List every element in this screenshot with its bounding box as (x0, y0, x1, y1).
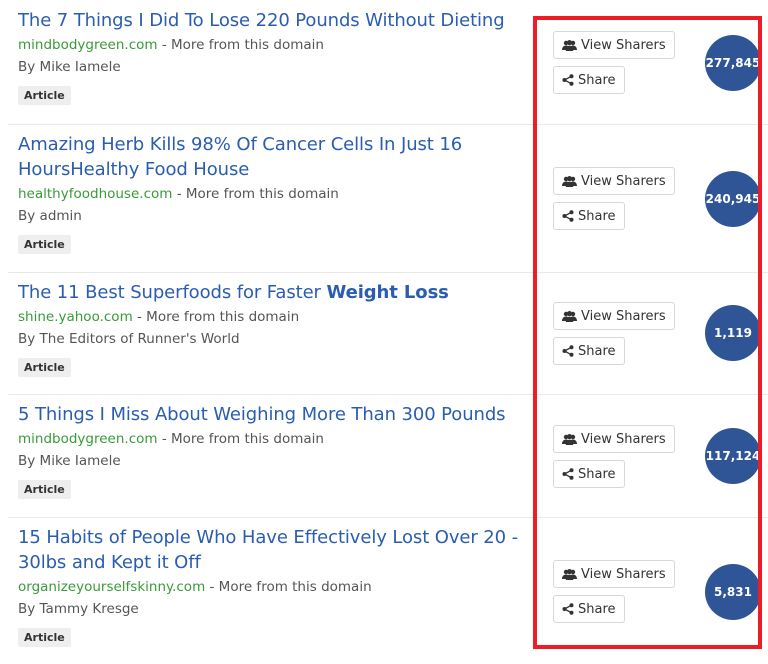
item-info: The 11 Best Superfoods for Faster Weight… (18, 280, 538, 377)
domain-link[interactable]: healthyfoodhouse.com (18, 186, 172, 202)
users-icon (562, 175, 577, 187)
share-button[interactable]: Share (553, 595, 625, 623)
users-icon (562, 433, 577, 445)
more-from-domain-link[interactable]: - More from this domain (210, 579, 372, 595)
view-sharers-label: View Sharers (581, 566, 666, 582)
share-icon (562, 468, 574, 480)
share-button[interactable]: Share (553, 337, 625, 365)
article-title-link[interactable]: The 11 Best Superfoods for Faster Weight… (18, 280, 538, 305)
share-label: Share (578, 208, 616, 224)
share-button[interactable]: Share (553, 66, 625, 94)
view-sharers-label: View Sharers (581, 173, 666, 189)
share-count-badge: 5,831 (705, 564, 761, 620)
domain-line: mindbodygreen.com - More from this domai… (18, 34, 538, 56)
list-item: The 7 Things I Did To Lose 220 Pounds Wi… (8, 0, 768, 125)
list-item: The 11 Best Superfoods for Faster Weight… (8, 272, 768, 395)
domain-link[interactable]: shine.yahoo.com (18, 309, 133, 325)
view-sharers-label: View Sharers (581, 431, 666, 447)
more-from-domain-link[interactable]: - More from this domain (137, 309, 299, 325)
domain-line: healthyfoodhouse.com - More from this do… (18, 183, 538, 205)
users-icon (562, 310, 577, 322)
share-icon (562, 210, 574, 222)
share-icon (562, 345, 574, 357)
share-label: Share (578, 72, 616, 88)
author: By The Editors of Runner's World (18, 331, 240, 347)
view-sharers-button[interactable]: View Sharers (553, 167, 675, 195)
share-icon (562, 74, 574, 86)
content-type-badge: Article (18, 628, 71, 647)
share-count-badge: 240,945 (705, 171, 761, 227)
domain-line: organizeyourselfskinny.com - More from t… (18, 576, 538, 598)
more-from-domain-link[interactable]: - More from this domain (162, 37, 324, 53)
view-sharers-button[interactable]: View Sharers (553, 31, 675, 59)
users-icon (562, 568, 577, 580)
author: By Mike Iamele (18, 453, 121, 469)
item-info: 5 Things I Miss About Weighing More Than… (18, 402, 538, 499)
view-sharers-label: View Sharers (581, 37, 666, 53)
view-sharers-button[interactable]: View Sharers (553, 302, 675, 330)
share-count-badge: 117,124 (705, 428, 761, 484)
article-title-link[interactable]: The 7 Things I Did To Lose 220 Pounds Wi… (18, 8, 538, 33)
article-title-link[interactable]: 5 Things I Miss About Weighing More Than… (18, 402, 538, 427)
view-sharers-label: View Sharers (581, 308, 666, 324)
domain-line: shine.yahoo.com - More from this domain (18, 306, 538, 328)
content-type-badge: Article (18, 86, 71, 105)
share-button[interactable]: Share (553, 460, 625, 488)
item-info: Amazing Herb Kills 98% Of Cancer Cells I… (18, 132, 538, 254)
view-sharers-button[interactable]: View Sharers (553, 560, 675, 588)
more-from-domain-link[interactable]: - More from this domain (177, 186, 339, 202)
list-item: Amazing Herb Kills 98% Of Cancer Cells I… (8, 124, 768, 273)
domain-line: mindbodygreen.com - More from this domai… (18, 428, 538, 450)
view-sharers-button[interactable]: View Sharers (553, 425, 675, 453)
share-button[interactable]: Share (553, 202, 625, 230)
share-label: Share (578, 343, 616, 359)
author: By admin (18, 208, 82, 224)
list-item: 5 Things I Miss About Weighing More Than… (8, 394, 768, 518)
share-icon (562, 603, 574, 615)
share-label: Share (578, 466, 616, 482)
item-info: The 7 Things I Did To Lose 220 Pounds Wi… (18, 8, 538, 105)
more-from-domain-link[interactable]: - More from this domain (162, 431, 324, 447)
share-label: Share (578, 601, 616, 617)
author: By Tammy Kresge (18, 601, 139, 617)
item-info: 15 Habits of People Who Have Effectively… (18, 525, 538, 647)
share-count-badge: 1,119 (705, 305, 761, 361)
list-item: 15 Habits of People Who Have Effectively… (8, 517, 768, 664)
domain-link[interactable]: mindbodygreen.com (18, 431, 158, 447)
users-icon (562, 39, 577, 51)
content-type-badge: Article (18, 358, 71, 377)
author: By Mike Iamele (18, 59, 121, 75)
content-type-badge: Article (18, 480, 71, 499)
article-title-link[interactable]: 15 Habits of People Who Have Effectively… (18, 525, 538, 575)
content-type-badge: Article (18, 235, 71, 254)
share-count-badge: 277,845 (705, 35, 761, 91)
domain-link[interactable]: mindbodygreen.com (18, 37, 158, 53)
article-title-link[interactable]: Amazing Herb Kills 98% Of Cancer Cells I… (18, 132, 538, 182)
domain-link[interactable]: organizeyourselfskinny.com (18, 579, 205, 595)
